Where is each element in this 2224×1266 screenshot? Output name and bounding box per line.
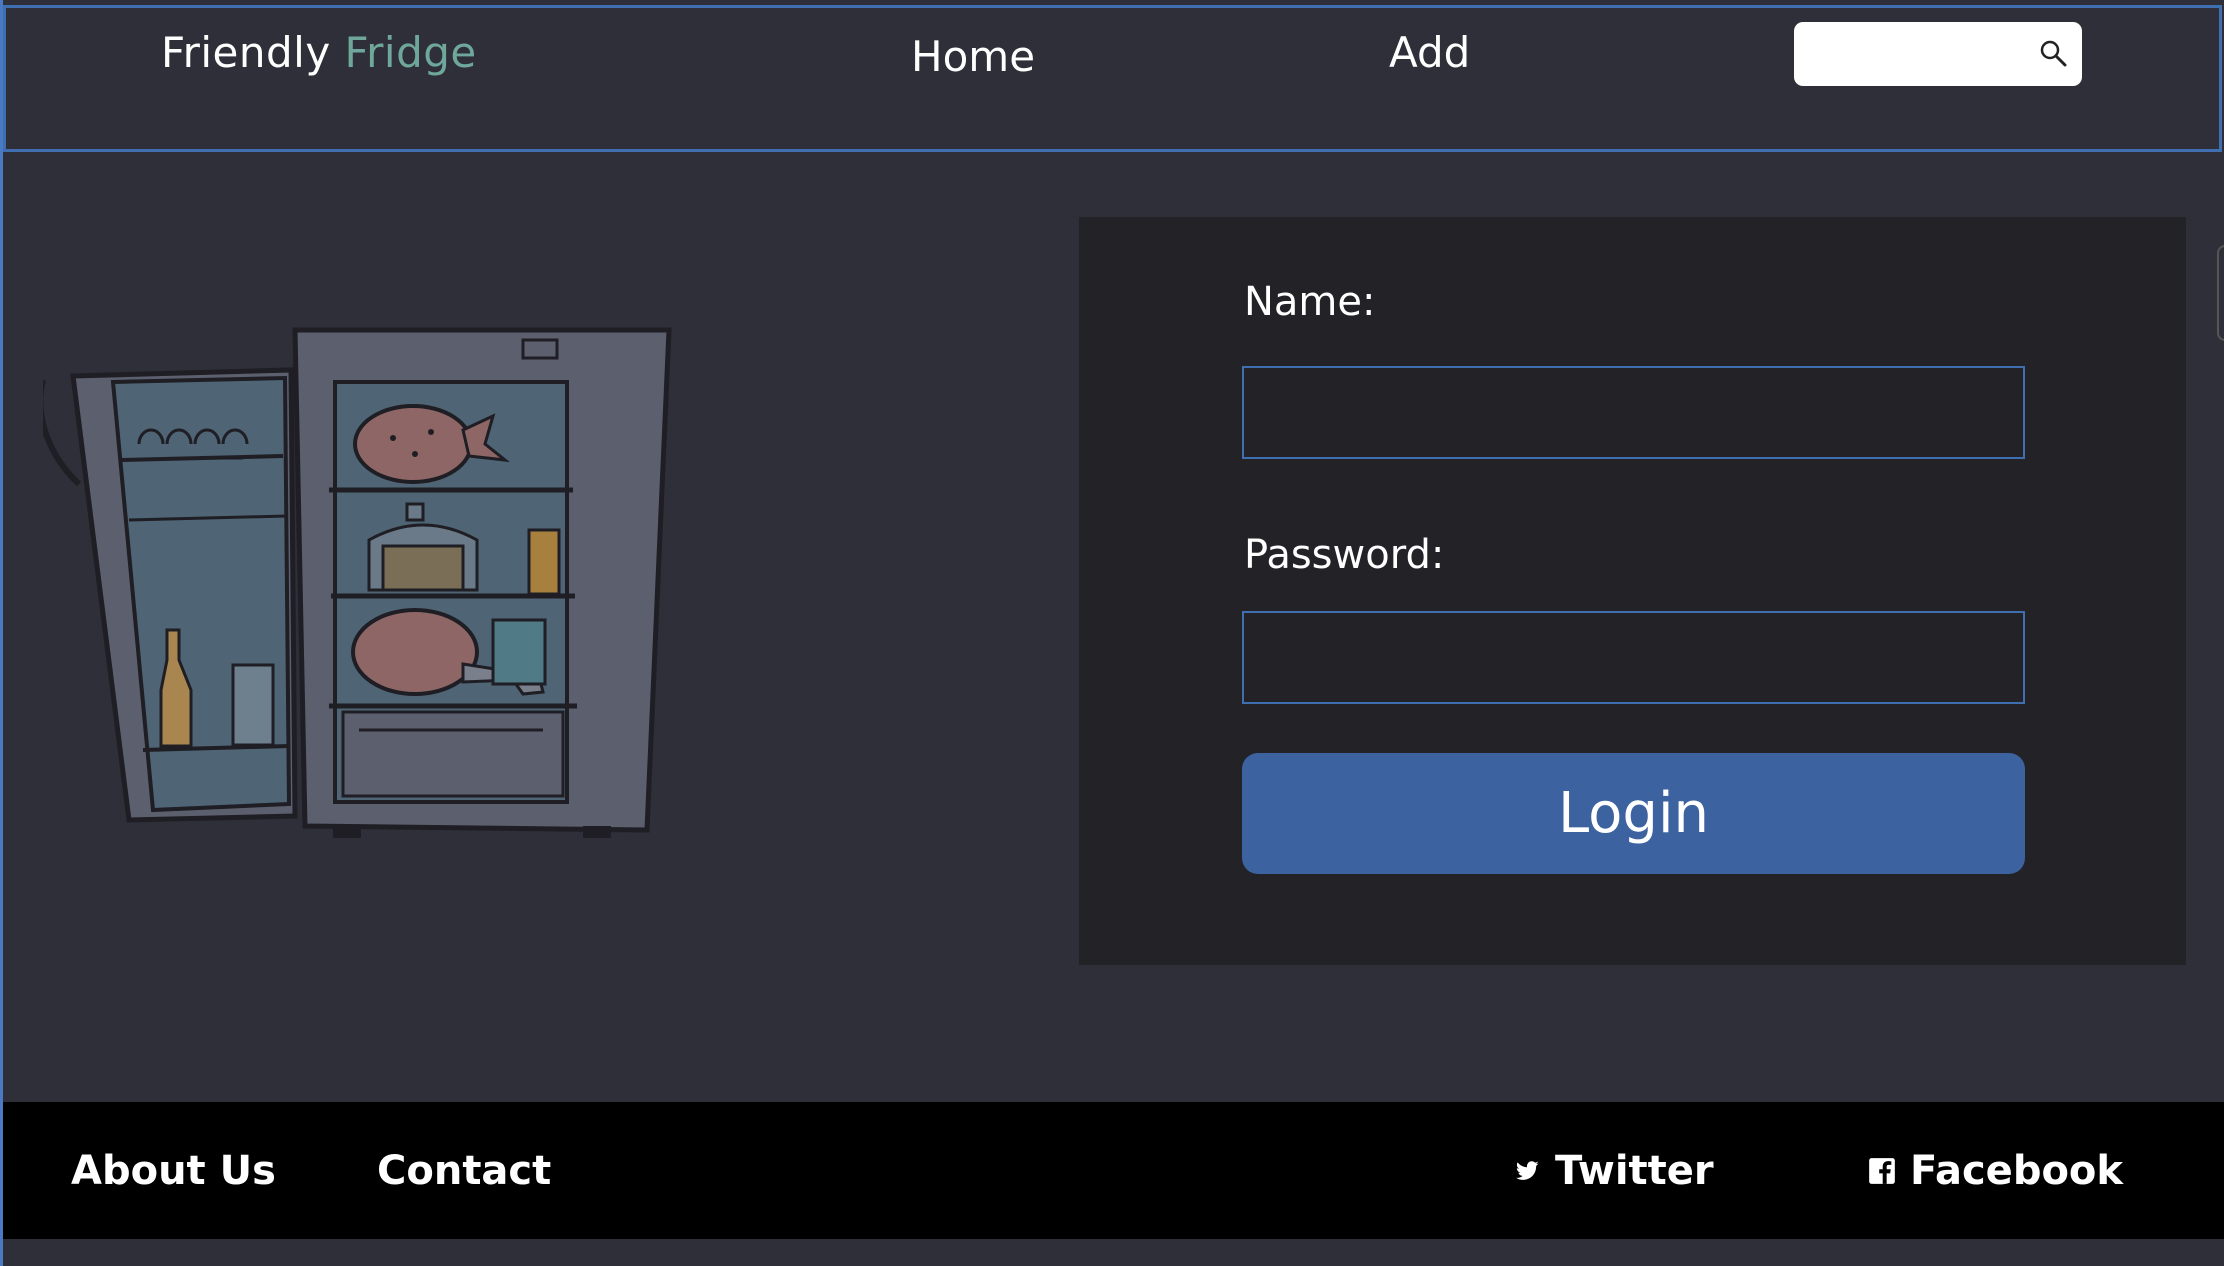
search-icon[interactable] xyxy=(2038,38,2068,68)
fridge-illustration xyxy=(43,327,672,838)
nav-home-link[interactable]: Home xyxy=(911,32,1035,81)
brand-logo[interactable]: Friendly Fridge xyxy=(161,28,477,77)
twitter-icon xyxy=(1515,1161,1539,1180)
login-button[interactable]: Login xyxy=(1242,753,2025,874)
scroll-handle[interactable] xyxy=(2217,245,2224,341)
footer-twitter-link[interactable]: Twitter xyxy=(1513,1148,1714,1194)
brand-first: Friendly xyxy=(161,28,331,77)
footer-facebook-link[interactable]: Facebook xyxy=(1868,1148,2123,1194)
search-box xyxy=(1794,22,2082,86)
nav-add-link[interactable]: Add xyxy=(1389,28,1470,77)
login-panel: Name: Password: Login xyxy=(1079,217,2186,965)
twitter-label: Twitter xyxy=(1555,1148,1714,1194)
name-field[interactable] xyxy=(1242,366,2025,459)
footer: About Us Contact Twitter Facebook xyxy=(3,1102,2224,1239)
facebook-label: Facebook xyxy=(1910,1148,2124,1194)
facebook-icon xyxy=(1869,1158,1895,1184)
password-field[interactable] xyxy=(1242,611,2025,704)
navbar: Friendly Fridge Home Add xyxy=(3,5,2222,152)
password-label: Password: xyxy=(1244,532,1445,578)
footer-contact-link[interactable]: Contact xyxy=(377,1148,551,1194)
name-label: Name: xyxy=(1244,279,1376,325)
footer-about-link[interactable]: About Us xyxy=(71,1148,276,1194)
brand-second: Fridge xyxy=(344,28,477,77)
search-input[interactable] xyxy=(1804,30,2028,80)
page: Friendly Fridge Home Add Name: Password:… xyxy=(0,0,2224,1266)
